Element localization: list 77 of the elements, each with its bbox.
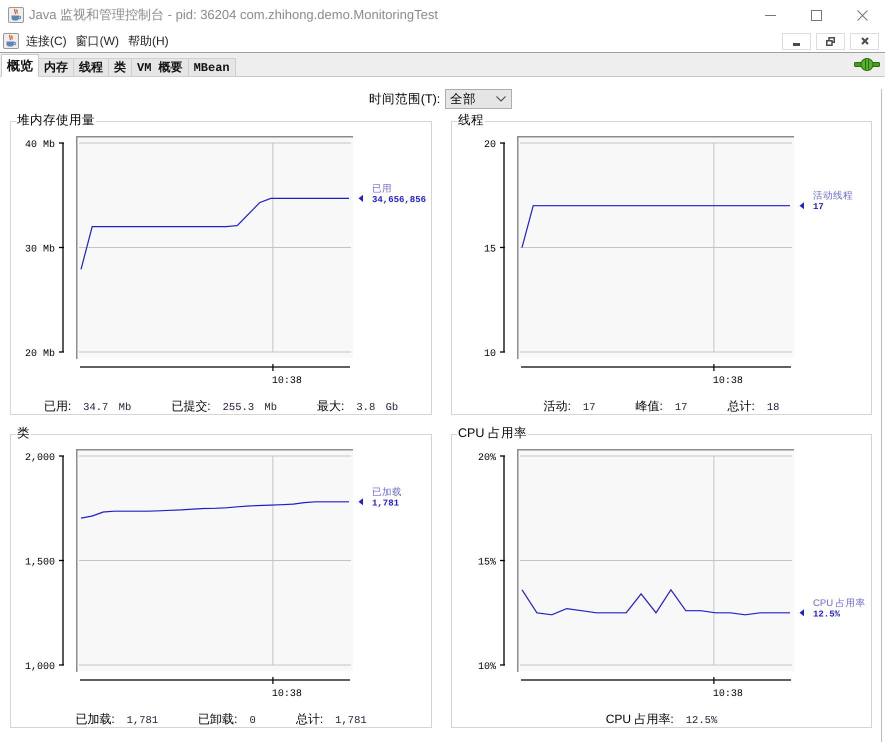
time-range-dropdown[interactable]: 全部	[445, 89, 512, 109]
window-title: Java 监视和管理控制台 - pid: 36204 com.zhihong.demo.MonitoringTest	[29, 6, 438, 24]
stat-label: 活动:	[544, 398, 571, 414]
stat-label: 已提交:	[171, 398, 211, 414]
y-tick-label: 10%	[478, 662, 496, 673]
chevron-down-icon	[496, 96, 506, 102]
stat-label: 总计:	[296, 710, 324, 728]
legend-marker-icon	[358, 194, 363, 202]
stat-value: 3.8 Gb	[356, 402, 398, 414]
coffee-cup-icon[interactable]	[3, 33, 19, 49]
stat-label: 最大:	[317, 398, 344, 414]
tab[interactable]: 类	[109, 58, 132, 77]
tab[interactable]: VM 概要	[132, 58, 189, 77]
y-tick-label: 20	[484, 140, 496, 151]
legend-value: 17	[813, 202, 824, 212]
stat-label: 峰值:	[636, 398, 663, 414]
y-tick-label: 15%	[478, 558, 496, 568]
panel-title: 堆内存使用量	[16, 113, 96, 128]
tab[interactable]: MBean	[188, 58, 236, 77]
y-tick-label: 2,000	[24, 453, 55, 464]
y-tick-label: 1,500	[24, 558, 55, 568]
close-button[interactable]	[850, 32, 879, 50]
minimize-icon	[793, 42, 800, 46]
panel-title: 类	[16, 426, 31, 441]
restore-icon	[826, 36, 835, 46]
tab[interactable]: 内存	[39, 58, 74, 77]
legend-marker-icon	[358, 498, 363, 506]
plug-icon	[854, 58, 880, 71]
stat-value: 1,781	[335, 714, 367, 726]
menu-item[interactable]: 帮助(H)	[124, 32, 173, 50]
y-tick-label: 15	[484, 244, 496, 256]
menu-item[interactable]: 连接(C)	[22, 32, 71, 50]
tab[interactable]: 线程	[74, 58, 109, 77]
legend-value: 34,656,856	[372, 194, 426, 205]
stat-value: 17	[582, 402, 596, 414]
stat-value: 18	[766, 402, 780, 414]
panel-title: CPU 占用率	[457, 426, 528, 441]
minimize-icon	[764, 14, 776, 16]
close-icon	[860, 37, 868, 45]
stat-label: 总计:	[727, 398, 755, 414]
stat-label: 已加载:	[75, 710, 115, 728]
legend-value: 1,781	[372, 498, 400, 508]
minimize-button[interactable]	[782, 32, 811, 50]
tab[interactable]: 概览	[1, 54, 39, 77]
x-tick-label: 10:38	[272, 376, 302, 387]
stat-value: 12.5%	[686, 714, 718, 726]
legend-label: 已用	[372, 183, 392, 194]
y-tick-label: 30 Mb	[24, 244, 55, 256]
maximize-icon	[810, 10, 822, 20]
close-icon	[856, 10, 868, 20]
x-tick-label: 10:38	[272, 689, 302, 700]
legend-label: 活动线程	[813, 190, 853, 202]
legend-label: 已加载	[372, 486, 402, 498]
menu-item[interactable]: 窗口(W)	[72, 32, 123, 50]
time-range-label: 时间范围(T):	[368, 90, 440, 108]
stat-value: 34.7 Mb	[83, 402, 132, 414]
restore-button[interactable]	[816, 32, 845, 50]
coffee-cup-icon	[8, 7, 24, 23]
stat-value: 17	[674, 402, 688, 414]
y-tick-label: 20 Mb	[24, 349, 55, 360]
x-tick-label: 10:38	[712, 376, 743, 387]
y-tick-label: 1,000	[24, 662, 55, 673]
stat-label: 已卸载:	[198, 710, 238, 728]
panel-title: 线程	[457, 113, 485, 128]
stat-value: 0	[250, 714, 256, 726]
y-tick-label: 10	[484, 349, 496, 360]
stat-label: 已用:	[44, 398, 72, 414]
x-tick-label: 10:38	[712, 689, 743, 700]
stat-value: 255.3 Mb	[222, 402, 278, 414]
legend-value: 12.5%	[813, 609, 840, 620]
y-tick-label: 20%	[478, 453, 496, 464]
legend-marker-icon	[800, 202, 804, 210]
y-tick-label: 40 Mb	[24, 140, 55, 151]
legend-marker-icon	[800, 609, 804, 616]
stat-label: CPU 占用率:	[606, 710, 674, 728]
stat-value: 1,781	[126, 714, 158, 726]
legend-label: CPU 占用率	[813, 598, 866, 609]
